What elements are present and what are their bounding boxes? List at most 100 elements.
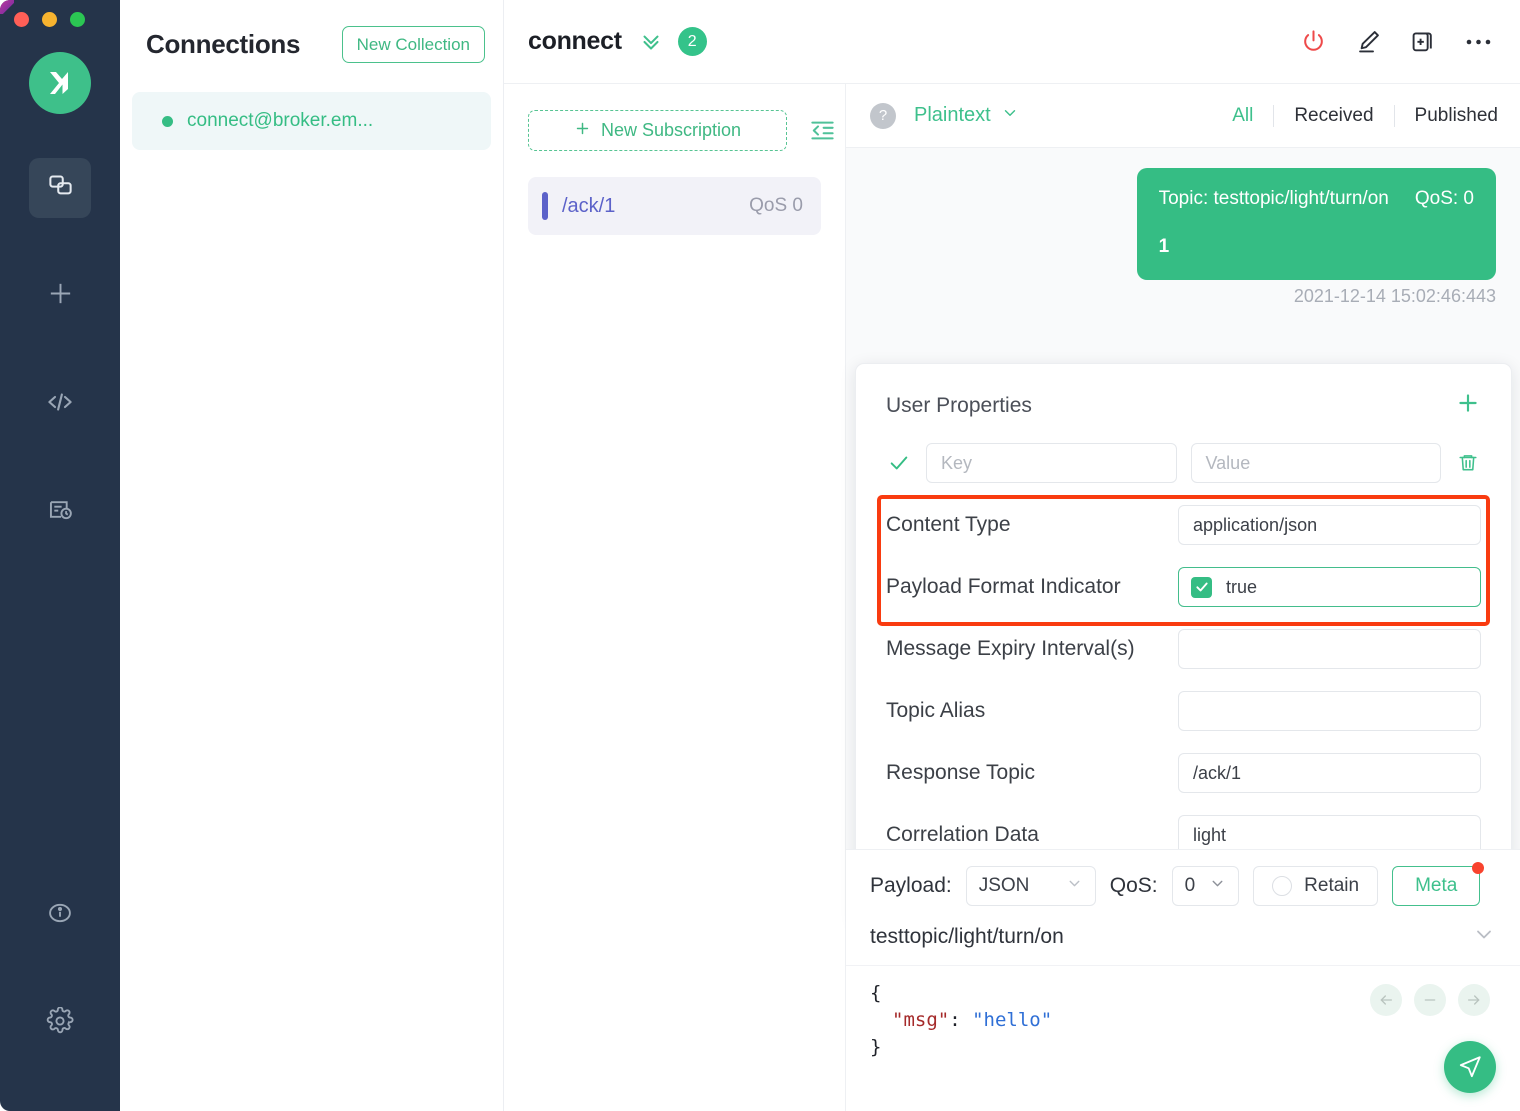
sidebar-item-script[interactable] — [29, 374, 91, 434]
forward-icon[interactable] — [1458, 984, 1490, 1016]
payload-editor[interactable]: { "msg": "hello" } — [846, 965, 1520, 1111]
field-label: Correlation Data — [886, 823, 1039, 846]
subscription-topic: /ack/1 — [562, 194, 616, 217]
qos-dropdown[interactable]: 0 — [1171, 866, 1240, 906]
message-bubble-published[interactable]: Topic: testtopic/light/turn/on QoS: 0 1 — [1136, 168, 1496, 280]
field-content-type: Content Type application/json — [886, 505, 1481, 545]
message-timestamp: 2021-12-14 15:02:46:443 — [1293, 286, 1496, 306]
qos-label: QoS: — [1109, 874, 1158, 897]
back-icon[interactable] — [1370, 984, 1402, 1016]
minus-icon[interactable] — [1414, 984, 1446, 1016]
maximize-window-button[interactable] — [70, 12, 85, 27]
window-traffic-lights — [2, 12, 85, 27]
field-label: Payload Format Indicator — [886, 575, 1121, 598]
script-icon — [45, 387, 75, 422]
message-qos: QoS: 0 — [1414, 188, 1474, 209]
new-collection-button[interactable]: New Collection — [341, 25, 485, 63]
subscription-color-bar — [542, 192, 548, 220]
payload-format-dropdown[interactable]: JSON — [965, 866, 1096, 906]
connection-header: connect 2 — [504, 0, 1520, 84]
power-icon[interactable] — [1300, 28, 1327, 55]
chevron-down-icon[interactable] — [1472, 922, 1496, 951]
user-property-value-input[interactable]: Value — [1190, 443, 1441, 483]
main-area: connect 2 New Subscription /ack/1 QoS 0 … — [504, 0, 1520, 1111]
field-response-topic: Response Topic /ack/1 — [886, 753, 1481, 793]
rail-bottom-nav — [0, 885, 120, 1053]
publish-topic-input[interactable]: testtopic/light/turn/on — [870, 925, 1472, 949]
payload-format-value: JSON — [978, 875, 1030, 896]
chevron-down-icon — [1066, 875, 1083, 898]
status-dot-icon — [162, 115, 173, 127]
field-label: Response Topic — [886, 761, 1036, 784]
sidebar-item-new-connection[interactable] — [29, 266, 91, 326]
tab-all[interactable]: All — [1212, 105, 1273, 127]
meta-button[interactable]: Meta — [1392, 862, 1485, 906]
connections-header: Connections New Collection — [120, 0, 503, 88]
message-bubble-header: Topic: testtopic/light/turn/on QoS: 0 — [1159, 188, 1474, 210]
more-icon[interactable] — [1465, 37, 1492, 47]
publish-options-row: Payload: JSON QoS: 0 Retain Meta — [870, 862, 1496, 906]
messages-panel: ? Plaintext All Received Published Topic… — [846, 84, 1520, 1111]
sidebar-item-about[interactable] — [29, 885, 91, 945]
messages-toolbar: ? Plaintext All Received Published — [846, 84, 1520, 148]
chevron-down-icon — [1209, 875, 1226, 898]
edit-icon[interactable] — [1355, 28, 1382, 55]
page-title: Connections — [146, 28, 301, 59]
send-icon[interactable] — [1444, 1041, 1496, 1093]
plus-icon — [574, 120, 591, 142]
rail-nav — [0, 158, 120, 590]
left-rail — [0, 0, 120, 1111]
qos-value: 0 — [1184, 875, 1196, 896]
help-icon[interactable]: ? — [870, 102, 896, 129]
sidebar-item-settings[interactable] — [29, 993, 91, 1053]
code-line-3: } — [870, 1034, 1496, 1061]
field-label: Content Type — [886, 513, 1011, 536]
user-properties-header: User Properties — [886, 390, 1481, 421]
field-label: Topic Alias — [886, 699, 986, 722]
new-subscription-label: New Subscription — [600, 120, 742, 140]
collapse-panel-icon[interactable] — [799, 117, 845, 144]
sidebar-item-connections[interactable] — [29, 158, 91, 218]
new-subscription-button[interactable]: New Subscription — [528, 110, 787, 151]
message-count-badge: 2 — [677, 27, 707, 56]
new-connection-icon — [46, 279, 75, 313]
field-payload-format-indicator: Payload Format Indicator true — [886, 567, 1481, 607]
subscriptions-toolbar: New Subscription — [504, 84, 845, 151]
user-properties-title: User Properties — [886, 393, 1032, 417]
code-brace-close: } — [870, 1035, 882, 1058]
publish-toolbar: Payload: JSON QoS: 0 Retain Meta testtop… — [846, 849, 1520, 965]
subscriptions-panel: New Subscription /ack/1 QoS 0 — [504, 84, 846, 1111]
connection-name: connect@broker.em... — [187, 110, 374, 131]
field-topic-alias: Topic Alias — [886, 691, 1481, 731]
chevron-double-down-icon[interactable] — [638, 29, 664, 55]
tab-published[interactable]: Published — [1395, 105, 1502, 127]
sidebar-item-log[interactable] — [29, 482, 91, 542]
code-colon: : — [949, 1008, 973, 1031]
code-brace-open: { — [870, 982, 882, 1004]
tab-received[interactable]: Received — [1274, 105, 1393, 127]
plus-icon[interactable] — [1455, 390, 1481, 421]
meta-badge-dot — [1472, 862, 1485, 874]
publish-topic-row: testtopic/light/turn/on — [870, 922, 1496, 951]
message-expiry-interval-input[interactable] — [1178, 629, 1481, 669]
payload-format-indicator-value: true — [1226, 576, 1258, 597]
editor-nav-buttons — [1370, 984, 1490, 1016]
app-window: Connections New Collection connect@broke… — [0, 0, 1520, 1111]
payload-format-select[interactable]: Plaintext — [914, 104, 1019, 128]
topic-alias-input[interactable] — [1178, 691, 1481, 731]
payload-format-indicator-checkbox-field[interactable]: true — [1178, 567, 1481, 607]
user-property-row: Key Value — [886, 443, 1481, 483]
check-icon[interactable] — [886, 452, 912, 474]
minimize-window-button[interactable] — [42, 12, 57, 27]
trash-icon[interactable] — [1455, 452, 1481, 474]
checkbox-icon[interactable] — [1191, 576, 1212, 598]
payload-format-value: Plaintext — [914, 104, 991, 126]
user-property-key-input[interactable]: Key — [926, 443, 1177, 483]
connection-list-item[interactable]: connect@broker.em... — [132, 92, 491, 150]
content-type-input[interactable]: application/json — [1178, 505, 1481, 545]
response-topic-input[interactable]: /ack/1 — [1178, 753, 1481, 793]
retain-checkbox[interactable]: Retain — [1253, 866, 1379, 906]
close-window-button[interactable] — [14, 12, 29, 27]
new-window-icon[interactable] — [1410, 28, 1437, 55]
subscription-list-item[interactable]: /ack/1 QoS 0 — [528, 177, 821, 235]
